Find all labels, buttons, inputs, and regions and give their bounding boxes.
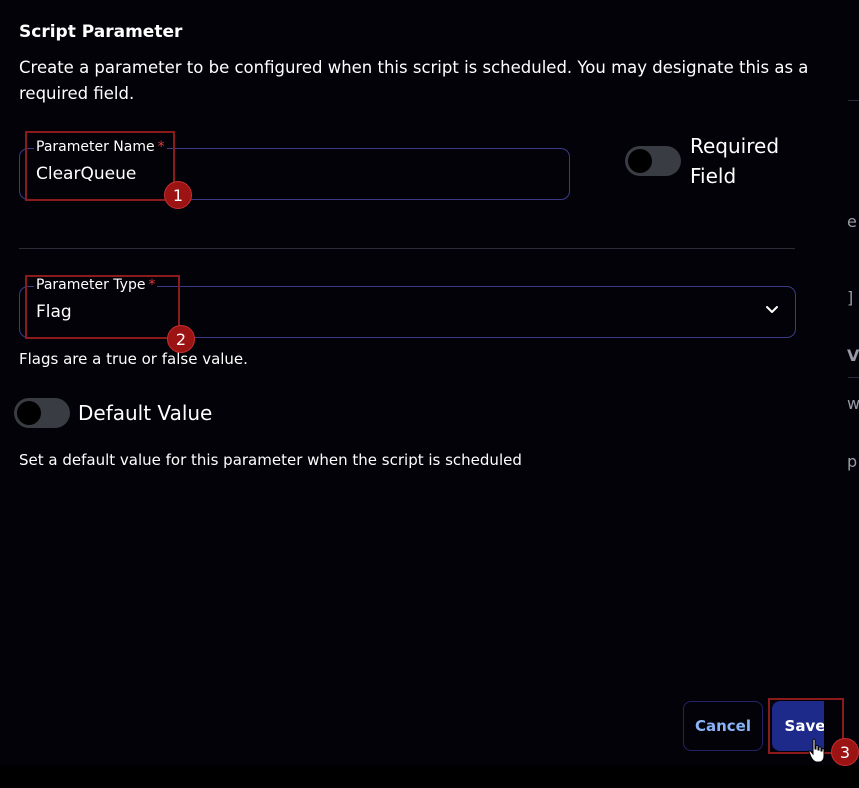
background-text: e: [847, 212, 857, 231]
toggle-knob: [628, 149, 652, 173]
background-divider: [848, 377, 859, 378]
default-value-label: Default Value: [78, 401, 213, 425]
parameter-name-input[interactable]: ClearQueue: [36, 164, 136, 184]
background-page: e ] V w p: [824, 0, 859, 765]
toggle-knob: [17, 401, 41, 425]
chevron-down-icon[interactable]: [763, 303, 781, 317]
dialog-description: Create a parameter to be configured when…: [19, 58, 809, 103]
required-field-label-line2: Field: [690, 164, 737, 188]
required-asterisk: *: [157, 139, 165, 155]
hand-cursor-icon: [808, 738, 825, 763]
annotation-marker-3: 3: [831, 738, 859, 766]
divider: [19, 248, 795, 249]
background-divider: [848, 100, 859, 101]
parameter-name-field[interactable]: Parameter Name * ClearQueue: [19, 139, 570, 200]
parameter-type-label: Parameter Type *: [34, 277, 158, 293]
parameter-name-label: Parameter Name *: [34, 139, 167, 155]
parameter-type-value: Flag: [36, 302, 72, 322]
parameter-type-select[interactable]: Parameter Type * Flag: [19, 277, 796, 338]
default-value-helper-text: Set a default value for this parameter w…: [19, 451, 522, 469]
background-text: w: [847, 394, 859, 413]
flag-helper-text: Flags are a true or false value.: [19, 350, 248, 368]
background-text: V: [847, 346, 859, 365]
background-text: ]: [847, 288, 854, 307]
script-parameter-dialog: Script Parameter Create a parameter to b…: [0, 0, 838, 765]
annotation-marker-2: 2: [167, 325, 195, 353]
cancel-button[interactable]: Cancel: [683, 701, 763, 751]
dialog-title: Script Parameter: [19, 22, 183, 42]
background-text: p: [847, 452, 858, 471]
required-field-label-line1: Required: [690, 134, 780, 158]
required-field-toggle[interactable]: [625, 146, 681, 176]
required-asterisk: *: [148, 277, 156, 293]
default-value-toggle[interactable]: [14, 398, 70, 428]
annotation-marker-1: 1: [164, 181, 192, 209]
bottom-bar: [0, 765, 859, 788]
